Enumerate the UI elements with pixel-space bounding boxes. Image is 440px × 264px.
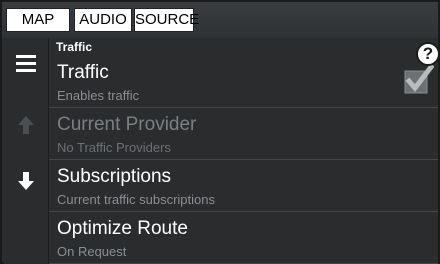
list-item-traffic[interactable]: Traffic Enables traffic <box>49 56 438 108</box>
arrow-down-icon[interactable] <box>4 170 48 199</box>
row-title: Subscriptions <box>57 166 172 187</box>
settings-list: Traffic Traffic Enables traffic Current … <box>49 38 438 264</box>
section-title: Traffic <box>56 40 93 54</box>
hamburger-menu-icon[interactable] <box>4 52 48 80</box>
tab-audio[interactable]: AUDIO <box>74 8 132 32</box>
row-title: Traffic <box>57 62 109 83</box>
row-title: Optimize Route <box>57 218 188 239</box>
row-subtitle: On Request <box>57 244 127 259</box>
help-button[interactable]: ? <box>416 42 440 66</box>
checkbox-checked-icon[interactable] <box>404 64 434 94</box>
row-subtitle: No Traffic Providers <box>57 140 171 155</box>
list-item-optimize-route[interactable]: Optimize Route On Request <box>49 212 438 264</box>
row-subtitle: Current traffic subscriptions <box>57 192 215 207</box>
top-tab-bar: MAP AUDIO SOURCE <box>2 2 438 38</box>
arrow-up-icon[interactable] <box>4 114 48 143</box>
list-item-current-provider: Current Provider No Traffic Providers <box>49 108 438 160</box>
list-item-subscriptions[interactable]: Subscriptions Current traffic subscripti… <box>49 160 438 212</box>
tab-map[interactable]: MAP <box>6 8 70 32</box>
sidebar <box>4 38 49 264</box>
tab-source[interactable]: SOURCE <box>134 8 199 32</box>
row-subtitle: Enables traffic <box>57 88 140 103</box>
navigation-screen: MAP AUDIO SOURCE Traffic Traffic Enables… <box>0 0 440 264</box>
row-title: Current Provider <box>57 114 197 135</box>
